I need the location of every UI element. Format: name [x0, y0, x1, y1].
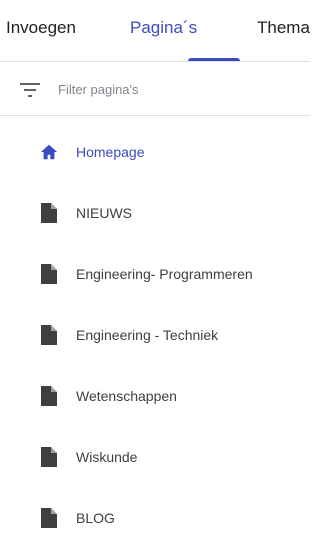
- page-icon: [41, 203, 57, 223]
- page-item-wetenschappen[interactable]: Wetenschappen: [0, 366, 310, 427]
- page-icon: [41, 447, 57, 467]
- page-item-nieuws[interactable]: NIEUWS: [0, 183, 310, 244]
- tab-bar: Invoegen Pagina´s Thema: [0, 0, 310, 62]
- page-icon: [41, 508, 57, 528]
- page-item-label: NIEUWS: [76, 205, 132, 221]
- page-item-blog[interactable]: BLOG: [0, 488, 310, 549]
- page-item-homepage[interactable]: Homepage: [0, 122, 310, 183]
- page-icon: [41, 325, 57, 345]
- page-item-label: Wetenschappen: [76, 388, 177, 404]
- tab-paginas[interactable]: Pagina´s: [130, 18, 197, 38]
- page-item-engineering-techniek[interactable]: Engineering - Techniek: [0, 305, 310, 366]
- page-item-label: Wiskunde: [76, 449, 138, 465]
- page-item-engineering-programmeren[interactable]: Engineering- Programmeren: [0, 244, 310, 305]
- filter-bar: [0, 62, 310, 115]
- page-item-label: Engineering - Techniek: [76, 327, 219, 343]
- page-icon: [41, 264, 57, 284]
- page-item-wiskunde[interactable]: Wiskunde: [0, 427, 310, 488]
- tab-invoegen[interactable]: Invoegen: [6, 18, 76, 38]
- home-icon: [40, 144, 58, 160]
- page-item-label: Homepage: [76, 144, 145, 160]
- page-item-label: BLOG: [76, 510, 115, 526]
- filter-divider: [0, 115, 310, 116]
- page-item-label: Engineering- Programmeren: [76, 266, 253, 282]
- filter-pages-input[interactable]: [58, 78, 298, 100]
- tab-thema[interactable]: Thema: [257, 18, 310, 38]
- page-icon: [41, 386, 57, 406]
- filter-list-icon[interactable]: [20, 83, 40, 97]
